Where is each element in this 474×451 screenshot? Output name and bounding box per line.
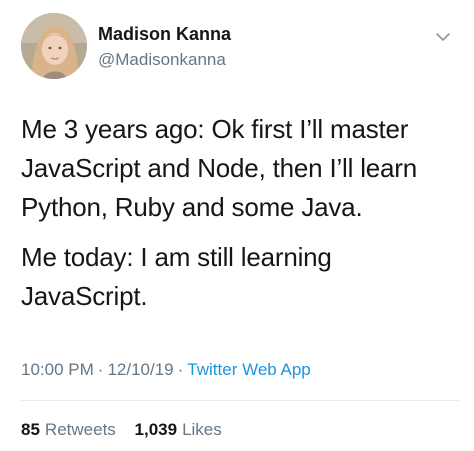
chevron-down-icon[interactable] (432, 26, 454, 48)
tweet-text-paragraph-2: Me today: I am still learning JavaScript… (21, 238, 461, 316)
likes-label: Likes (182, 420, 222, 439)
likes-stat[interactable]: 1,039 Likes (135, 420, 222, 439)
tweet-card: Madison Kanna @Madisonkanna Me 3 years a… (0, 0, 474, 451)
retweets-label: Retweets (44, 420, 116, 439)
retweets-stat[interactable]: 85 Retweets (21, 420, 116, 439)
display-name[interactable]: Madison Kanna (98, 24, 231, 45)
meta-separator: · (97, 360, 104, 379)
likes-count: 1,039 (134, 420, 178, 439)
profile-photo-icon (21, 13, 87, 79)
retweets-count: 85 (21, 420, 40, 439)
tweet-text-line: Me 3 years ago: Ok first I’ll master (21, 114, 409, 144)
tweet-text-line: JavaScript. (21, 281, 148, 311)
meta-separator: · (177, 360, 184, 379)
engagement-stats: 85 Retweets 1,039 Likes (21, 420, 236, 440)
source-app-link[interactable]: Twitter Web App (187, 360, 310, 379)
user-handle[interactable]: @Madisonkanna (98, 50, 226, 70)
tweet-text-line: JavaScript and Node, then I’ll learn (21, 153, 418, 183)
tweet-text-paragraph-1: Me 3 years ago: Ok first I’ll master Jav… (21, 110, 461, 227)
tweet-text-line: Python, Ruby and some Java. (21, 192, 363, 222)
tweet-metadata: 10:00 PM · 12/10/19 · Twitter Web App (21, 360, 311, 380)
divider (21, 400, 459, 401)
avatar[interactable] (21, 13, 87, 79)
tweet-text-line: Me today: I am still learning (21, 242, 332, 272)
tweet-time[interactable]: 10:00 PM (21, 360, 94, 379)
tweet-date[interactable]: 12/10/19 (107, 360, 173, 379)
